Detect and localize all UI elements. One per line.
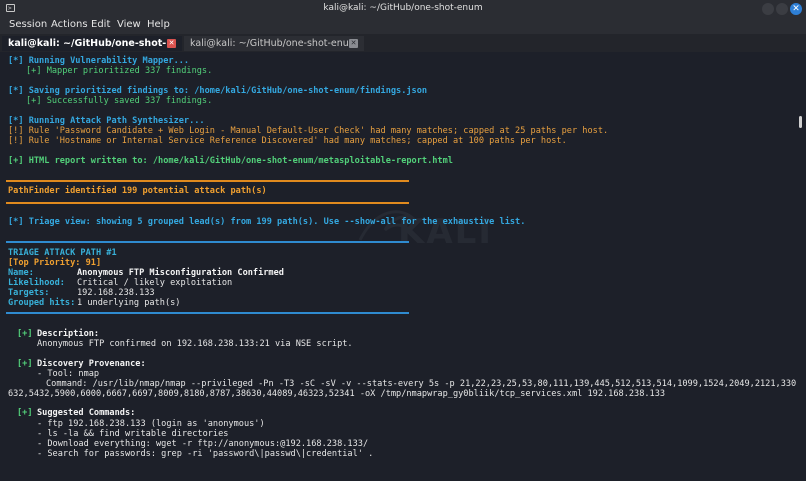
text-provenance-command-wrap: 632,5432,5900,6000,6667,6697,8009,8180,8… bbox=[8, 389, 666, 399]
terminal-output[interactable]: KALI [*] Running Vulnerability Mapper...… bbox=[0, 52, 796, 481]
marker-commands: [+] bbox=[17, 408, 33, 418]
line-vuln-mapper-result: [+] Mapper prioritized 337 findings. bbox=[26, 66, 213, 76]
menu-help[interactable]: Help bbox=[147, 19, 170, 30]
tab-label: kali@kali: ~/GitHub/one-shot-enum bbox=[190, 38, 359, 49]
close-icon: ✕ bbox=[792, 4, 800, 14]
text-command-2: - ls -la && find writable directories bbox=[37, 429, 229, 439]
tab-terminal-2[interactable]: kali@kali: ~/GitHub/one-shot-enum ✕ bbox=[184, 36, 364, 51]
tab-close-icon[interactable]: ✕ bbox=[349, 39, 358, 48]
tab-close-icon[interactable]: ✕ bbox=[167, 39, 176, 48]
text-provenance-command: Command: /usr/lib/nmap/nmap --privileged… bbox=[46, 379, 796, 389]
scrollbar-thumb[interactable] bbox=[799, 116, 802, 128]
value-likelihood: Critical / likely exploitation bbox=[77, 278, 233, 288]
text-command-1: - ftp 192.168.238.133 (login as 'anonymo… bbox=[37, 419, 265, 429]
line-triage-header: TRIAGE ATTACK PATH #1 bbox=[8, 248, 117, 258]
close-button[interactable]: ✕ bbox=[790, 3, 802, 15]
value-targets: 192.168.238.133 bbox=[77, 288, 155, 298]
menu-session[interactable]: Session bbox=[9, 19, 47, 30]
window-title: kali@kali: ~/GitHub/one-shot-enum bbox=[323, 3, 483, 13]
menu-bar: Session Actions Edit View Help bbox=[0, 18, 806, 34]
line-triage-view: [*] Triage view: showing 5 grouped lead(… bbox=[8, 217, 526, 227]
scrollbar[interactable] bbox=[796, 52, 806, 481]
divider bbox=[6, 180, 409, 182]
line-synth: [*] Running Attack Path Synthesizer... bbox=[8, 116, 205, 126]
marker-provenance: [+] bbox=[17, 359, 33, 369]
line-vuln-mapper: [*] Running Vulnerability Mapper... bbox=[8, 56, 190, 66]
divider bbox=[6, 241, 409, 243]
heading-description: Description: bbox=[37, 329, 100, 339]
menu-view[interactable]: View bbox=[117, 19, 141, 30]
text-provenance-tool: - Tool: nmap bbox=[37, 369, 100, 379]
divider bbox=[6, 312, 409, 314]
line-warn-1: [!] Rule 'Password Candidate + Web Login… bbox=[8, 126, 609, 136]
divider bbox=[6, 202, 409, 204]
line-saving-result: [+] Successfully saved 337 findings. bbox=[26, 96, 213, 106]
text-command-3: - Download everything: wget -r ftp://ano… bbox=[37, 439, 369, 449]
line-warn-2: [!] Rule 'Hostname or Internal Service R… bbox=[8, 136, 567, 146]
menu-edit[interactable]: Edit bbox=[91, 19, 110, 30]
line-priority: [Top Priority: 91] bbox=[8, 258, 102, 268]
label-likelihood: Likelihood: bbox=[8, 278, 65, 288]
tab-bar: kali@kali: ~/GitHub/one-shot-enum ✕ kali… bbox=[0, 34, 806, 64]
value-name: Anonymous FTP Misconfiguration Confirmed bbox=[77, 268, 284, 278]
label-name: Name: bbox=[8, 268, 34, 278]
line-saving: [*] Saving prioritized findings to: /hom… bbox=[8, 86, 428, 96]
marker-description: [+] bbox=[17, 329, 33, 339]
menu-actions[interactable]: Actions bbox=[51, 19, 88, 30]
heading-commands: Suggested Commands: bbox=[37, 408, 136, 418]
terminal-window: > kali@kali: ~/GitHub/one-shot-enum ✕ Se… bbox=[0, 0, 806, 481]
tab-terminal-1[interactable]: kali@kali: ~/GitHub/one-shot-enum ✕ bbox=[2, 36, 182, 64]
label-targets: Targets: bbox=[8, 288, 50, 298]
heading-provenance: Discovery Provenance: bbox=[37, 359, 146, 369]
text-description: Anonymous FTP confirmed on 192.168.238.1… bbox=[37, 339, 353, 349]
label-grouped: Grouped hits: bbox=[8, 298, 76, 308]
minimize-button[interactable] bbox=[762, 3, 774, 15]
value-grouped: 1 underlying path(s) bbox=[77, 298, 181, 308]
title-bar[interactable]: > kali@kali: ~/GitHub/one-shot-enum ✕ bbox=[0, 0, 806, 18]
line-pathfinder: PathFinder identified 199 potential atta… bbox=[8, 186, 267, 196]
line-html-report: [+] HTML report written to: /home/kali/G… bbox=[8, 156, 453, 166]
text-command-4: - Search for passwords: grep -ri 'passwo… bbox=[37, 449, 374, 459]
maximize-button[interactable] bbox=[776, 3, 788, 15]
